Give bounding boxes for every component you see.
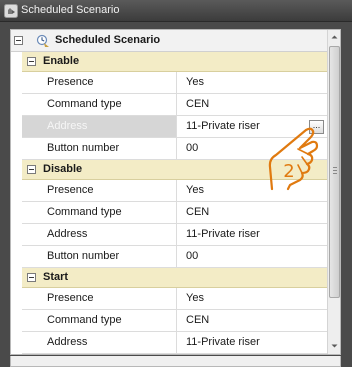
property-value[interactable]: Yes: [186, 288, 204, 309]
category-label: Start: [43, 271, 69, 283]
root-label: Scheduled Scenario: [55, 34, 161, 46]
property-name: Button number: [22, 138, 177, 159]
root-node[interactable]: Scheduled Scenario: [11, 30, 327, 52]
vertical-scrollbar[interactable]: [327, 30, 341, 354]
property-value[interactable]: 11-Private riser: [186, 224, 260, 245]
property-value[interactable]: Yes: [186, 180, 204, 201]
category-enable[interactable]: Enable: [22, 52, 327, 72]
scrollbar-grip-icon: [333, 167, 337, 174]
scrollbar-thumb[interactable]: [329, 46, 340, 298]
property-row-enable-command-type[interactable]: Command type CEN: [22, 94, 327, 116]
property-row-enable-presence[interactable]: Presence Yes: [22, 72, 327, 94]
scroll-down-arrow-icon[interactable]: [328, 339, 341, 353]
property-row-disable-button-number[interactable]: Button number 00: [22, 246, 327, 268]
property-name: Address: [22, 224, 177, 245]
category-label: Disable: [43, 163, 83, 175]
property-name: Address: [22, 332, 177, 353]
property-row-start-address[interactable]: Address 11-Private riser: [22, 332, 327, 354]
property-name: Address: [22, 116, 177, 137]
property-value[interactable]: 11-Private riser: [186, 116, 260, 137]
property-value[interactable]: CEN: [186, 202, 209, 223]
property-row-start-presence[interactable]: Presence Yes: [22, 288, 327, 310]
category-start[interactable]: Start: [22, 268, 327, 288]
scheduled-scenario-icon: [36, 34, 49, 47]
collapse-root-icon[interactable]: [14, 36, 23, 45]
property-name: Command type: [22, 310, 177, 331]
description-pane: [10, 356, 341, 367]
property-value[interactable]: CEN: [186, 310, 209, 331]
property-row-start-command-type[interactable]: Command type CEN: [22, 310, 327, 332]
property-row-disable-command-type[interactable]: Command type CEN: [22, 202, 327, 224]
category-label: Enable: [43, 55, 80, 67]
collapse-disable-icon[interactable]: [27, 165, 36, 174]
property-value[interactable]: 11-Private riser: [186, 332, 260, 353]
callout-number: 2: [283, 161, 295, 182]
property-row-disable-address[interactable]: Address 11-Private riser: [22, 224, 327, 246]
step-callout: 2: [268, 127, 324, 191]
scroll-up-arrow-icon[interactable]: [328, 30, 341, 44]
property-panel: Scheduled Scenario Scheduled Scenario En…: [0, 0, 352, 367]
property-value[interactable]: 00: [186, 138, 198, 159]
property-name: Button number: [22, 246, 177, 267]
property-name: Presence: [22, 288, 177, 309]
collapse-start-icon[interactable]: [27, 273, 36, 282]
property-value[interactable]: Yes: [186, 72, 204, 93]
property-name: Presence: [22, 72, 177, 93]
grid-gutter: [11, 52, 22, 354]
title-bar: Scheduled Scenario: [0, 0, 352, 22]
property-name: Command type: [22, 94, 177, 115]
property-value[interactable]: CEN: [186, 94, 209, 115]
property-grid: Scheduled Scenario Enable Presence Yes C…: [10, 29, 341, 355]
property-name: Presence: [22, 180, 177, 201]
window-title: Scheduled Scenario: [21, 4, 120, 16]
collapse-enable-icon[interactable]: [27, 57, 36, 66]
property-value[interactable]: 00: [186, 246, 198, 267]
property-name: Command type: [22, 202, 177, 223]
scenario-app-icon: [4, 4, 18, 18]
